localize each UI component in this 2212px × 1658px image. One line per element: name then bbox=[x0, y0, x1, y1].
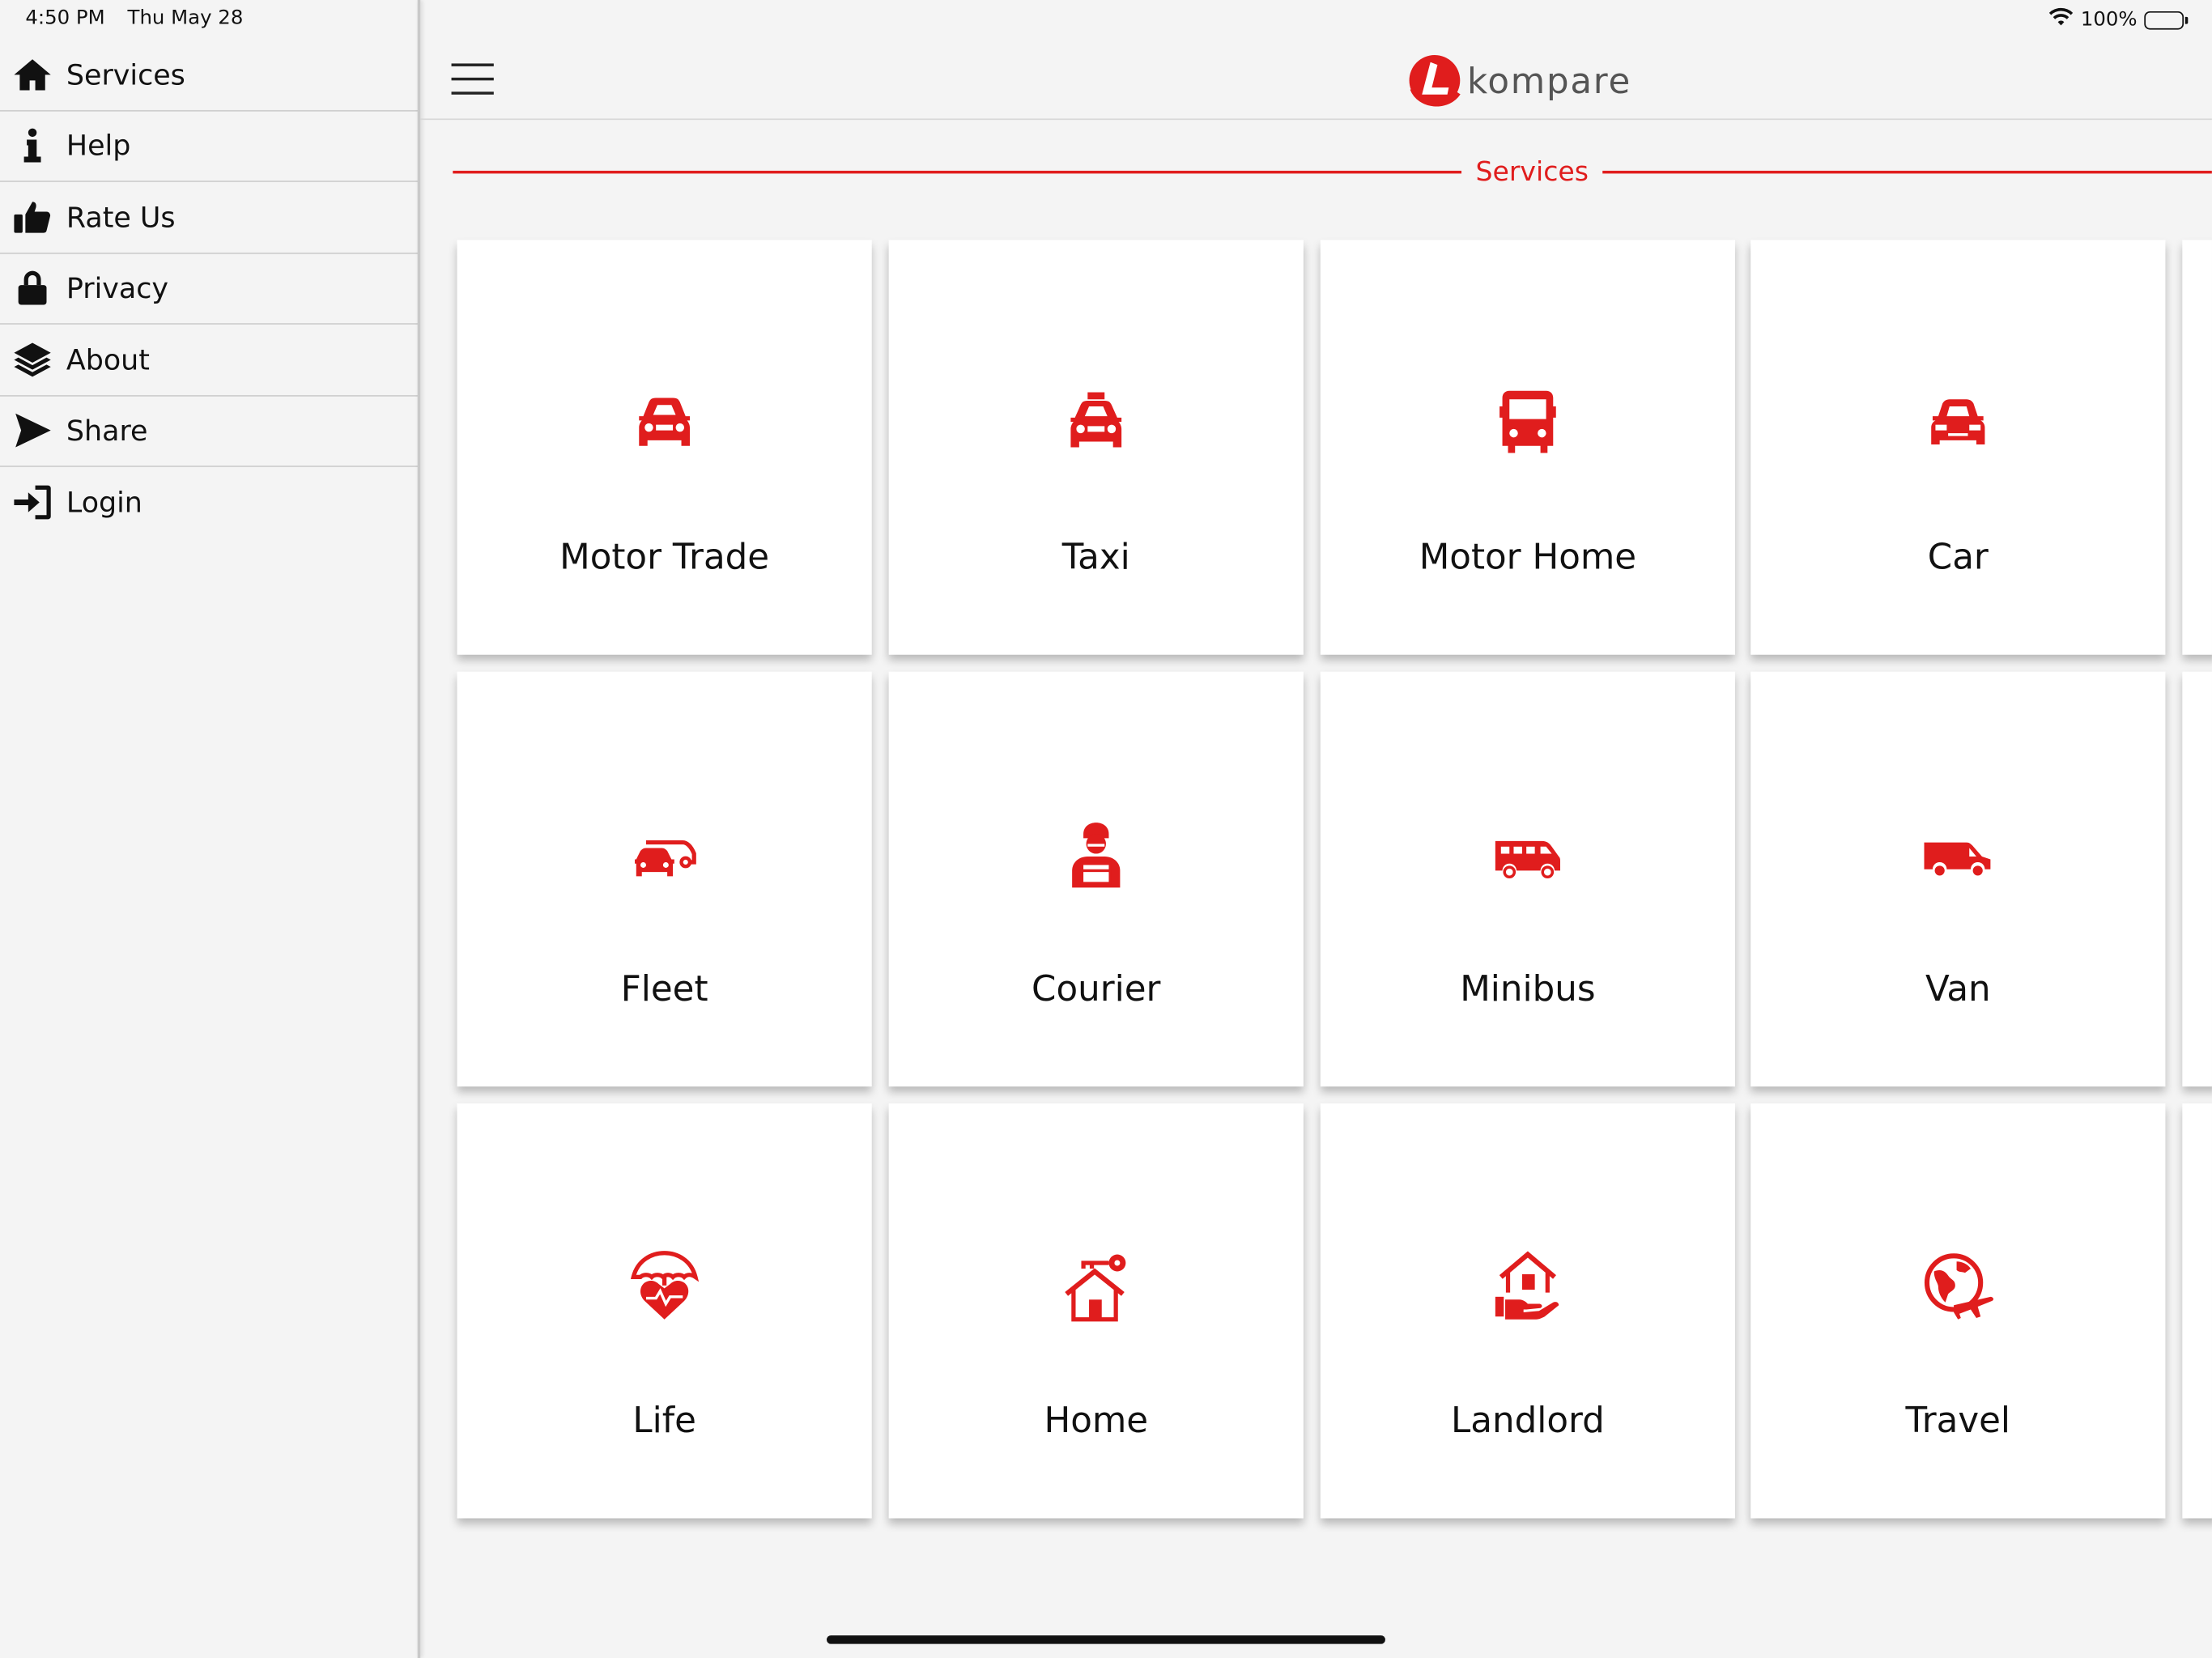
bus-icon bbox=[1490, 385, 1566, 461]
sidebar-item-about[interactable]: About bbox=[0, 325, 419, 396]
home-indicator[interactable] bbox=[826, 1635, 1385, 1644]
service-label: Minibus bbox=[1460, 967, 1596, 1010]
service-tile-landlord[interactable]: Landlord bbox=[1320, 1103, 1736, 1519]
service-tile-partial[interactable] bbox=[2182, 1103, 2212, 1519]
service-label: Motor Trade bbox=[559, 536, 770, 577]
van-icon bbox=[1920, 817, 1996, 893]
login-icon bbox=[11, 482, 53, 524]
layers-icon bbox=[11, 338, 53, 380]
mini-car-icon bbox=[1920, 385, 1996, 461]
sidebar-item-label: Login bbox=[66, 486, 143, 520]
info-icon bbox=[11, 125, 53, 167]
car-front-icon bbox=[627, 385, 703, 461]
globe-plane-icon bbox=[1920, 1249, 1996, 1325]
sidebar-item-label: Services bbox=[66, 57, 185, 91]
service-label: Home bbox=[1044, 1400, 1149, 1441]
service-label: Car bbox=[1927, 536, 1989, 577]
service-label: Life bbox=[632, 1400, 696, 1441]
house-key-icon bbox=[1058, 1249, 1134, 1325]
logo-text: kompare bbox=[1466, 60, 1632, 101]
service-tile-taxi[interactable]: Taxi bbox=[888, 240, 1304, 655]
service-tile-partial[interactable] bbox=[2182, 671, 2212, 1087]
kompare-logo-mark bbox=[1409, 54, 1461, 107]
sidebar-item-label: Help bbox=[66, 129, 131, 163]
service-tile-home[interactable]: Home bbox=[888, 1103, 1304, 1519]
service-tile-minibus[interactable]: Minibus bbox=[1320, 671, 1736, 1087]
sidebar-item-share[interactable]: Share bbox=[0, 396, 419, 467]
battery-percent: 100% bbox=[2080, 8, 2138, 32]
section-title: Services bbox=[1475, 156, 1589, 188]
service-tile-travel[interactable]: Travel bbox=[1750, 1103, 2166, 1519]
sidebar-item-privacy[interactable]: Privacy bbox=[0, 253, 419, 325]
menu-toggle-button[interactable] bbox=[451, 63, 494, 95]
sidebar-item-services[interactable]: Services bbox=[0, 40, 419, 111]
home-icon bbox=[11, 53, 53, 96]
service-tile-car[interactable]: Car bbox=[1750, 240, 2166, 655]
kompare-logo: kompare bbox=[1405, 51, 1631, 110]
taxi-icon bbox=[1058, 385, 1134, 461]
service-label: Travel bbox=[1905, 1400, 2011, 1441]
service-tile-life[interactable]: Life bbox=[457, 1103, 872, 1519]
wifi-icon bbox=[2048, 7, 2074, 32]
section-rule-right bbox=[1602, 171, 2212, 173]
sidebar-item-label: Share bbox=[66, 414, 148, 448]
battery-icon bbox=[2144, 11, 2189, 29]
service-label: Van bbox=[1925, 967, 1991, 1010]
status-bar-left: 4:50 PM Thu May 28 bbox=[25, 7, 243, 30]
sidebar-item-label: About bbox=[66, 342, 150, 376]
minibus-icon bbox=[1490, 817, 1566, 893]
sidebar-item-label: Rate Us bbox=[66, 200, 176, 234]
sidebar-item-rate-us[interactable]: Rate Us bbox=[0, 182, 419, 253]
service-label: Courier bbox=[1032, 967, 1161, 1010]
thumbs-up-icon bbox=[11, 196, 53, 238]
umbrella-heart-icon bbox=[627, 1249, 703, 1325]
service-tile-motor-home[interactable]: Motor Home bbox=[1320, 240, 1736, 655]
status-time: 4:50 PM bbox=[25, 6, 105, 30]
status-bar-right: 100% bbox=[2048, 7, 2189, 32]
sidebar-item-label: Privacy bbox=[66, 271, 169, 305]
service-label: Taxi bbox=[1061, 536, 1130, 577]
lock-icon bbox=[11, 267, 53, 309]
send-icon bbox=[11, 410, 53, 452]
service-label: Landlord bbox=[1451, 1400, 1605, 1441]
service-label: Fleet bbox=[620, 967, 708, 1010]
top-bar: kompare bbox=[420, 40, 2212, 121]
courier-icon bbox=[1058, 817, 1134, 893]
service-tile-fleet[interactable]: Fleet bbox=[457, 671, 872, 1087]
service-tile-partial[interactable] bbox=[2182, 240, 2212, 655]
service-tile-motor-trade[interactable]: Motor Trade bbox=[457, 240, 872, 655]
section-header: Services bbox=[453, 155, 2212, 189]
service-label: Motor Home bbox=[1419, 536, 1637, 577]
section-rule-left bbox=[453, 171, 1462, 173]
sidebar-item-help[interactable]: Help bbox=[0, 111, 419, 182]
sidebar-divider bbox=[417, 0, 421, 1658]
sidebar-menu: Services Help Rate Us Privacy About Shar… bbox=[0, 40, 419, 1658]
status-date: Thu May 28 bbox=[127, 6, 244, 30]
house-hand-icon bbox=[1490, 1249, 1566, 1325]
sidebar-item-login[interactable]: Login bbox=[0, 467, 419, 538]
service-tile-courier[interactable]: Courier bbox=[888, 671, 1304, 1087]
service-tile-van[interactable]: Van bbox=[1750, 671, 2166, 1087]
fleet-icon bbox=[627, 817, 703, 893]
